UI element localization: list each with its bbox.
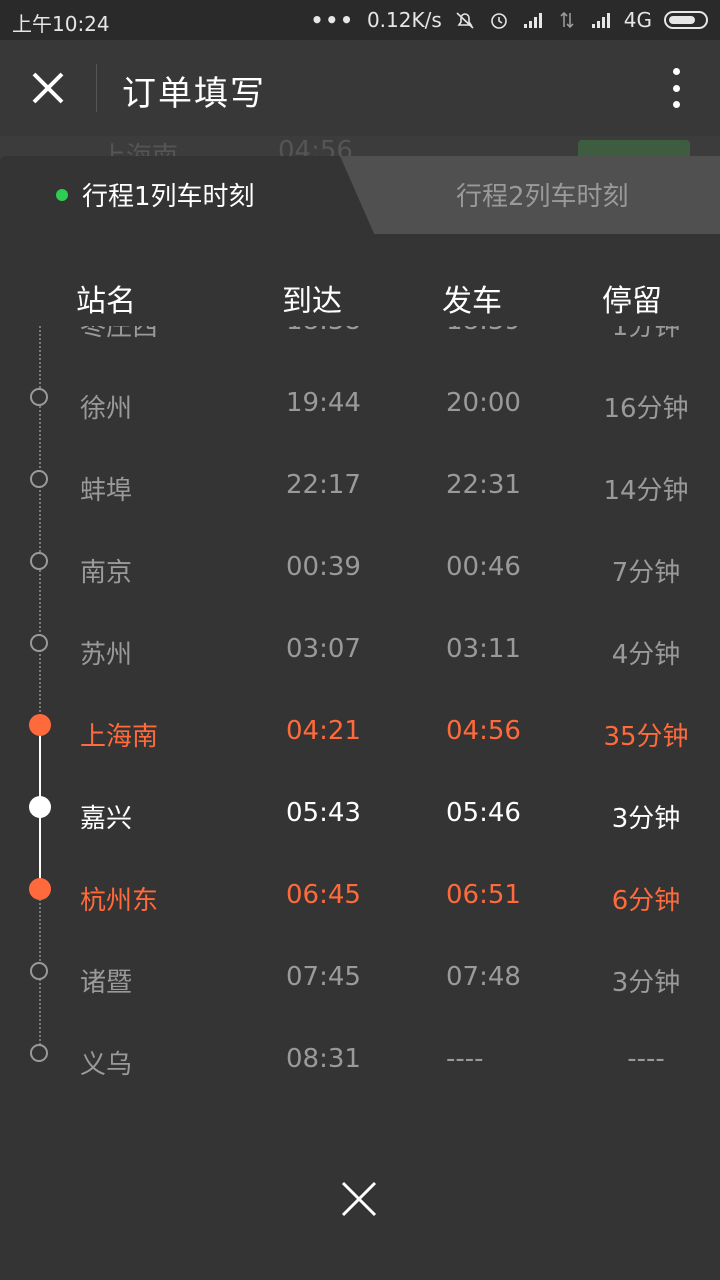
station-node-icon: [30, 962, 48, 980]
depart-time: 06:51: [446, 880, 521, 910]
stay-duration: ----: [627, 1044, 665, 1074]
station-name: 徐州: [80, 394, 133, 424]
station-node-icon: [29, 796, 51, 818]
station-name: 上海南: [80, 722, 159, 752]
station-name: 嘉兴: [80, 804, 133, 834]
column-header-depart: 发车: [442, 284, 502, 319]
column-header-station: 站名: [76, 284, 136, 319]
depart-time: 05:46: [446, 798, 521, 828]
data-arrows-icon: [560, 11, 574, 29]
list-item[interactable]: 徐州 19:44 20:00 16分钟: [0, 358, 720, 440]
arrive-time: 07:45: [286, 962, 361, 992]
active-dot-icon: [56, 188, 68, 201]
arrive-time: 04:21: [286, 716, 361, 746]
stay-duration: 3分钟: [611, 968, 681, 998]
depart-time: ----: [446, 1044, 484, 1074]
arrive-time: 00:39: [286, 552, 361, 582]
station-node-icon: [30, 388, 48, 406]
timetable-list[interactable]: 枣庄西 18:38 18:39 1分钟 徐州 19:44 20:00 16分钟 …: [0, 326, 720, 1086]
status-dots: •••: [310, 8, 355, 32]
timetable-sheet: 行程1列车时刻 行程2列车时刻 站名 到达 发车 停留 枣庄西 18:38 18…: [0, 156, 720, 1280]
status-time: 上午10:24: [12, 12, 110, 36]
arrive-time: 06:45: [286, 880, 361, 910]
station-name: 苏州: [80, 640, 133, 670]
close-sheet-icon[interactable]: [340, 1180, 378, 1218]
station-name: 枣庄西: [80, 326, 159, 342]
station-node-icon: [29, 714, 51, 736]
station-node-icon: [30, 552, 48, 570]
stay-duration: 1分钟: [611, 326, 681, 342]
close-icon[interactable]: [28, 68, 68, 108]
station-name: 义乌: [80, 1050, 133, 1080]
arrive-time: 18:38: [286, 326, 361, 336]
column-header-stay: 停留: [602, 284, 662, 319]
list-item[interactable]: 诸暨 07:45 07:48 3分钟: [0, 932, 720, 1014]
depart-time: 20:00: [446, 388, 521, 418]
depart-time: 22:31: [446, 470, 521, 500]
signal-icon: [591, 13, 610, 28]
depart-time: 00:46: [446, 552, 521, 582]
arrive-time: 05:43: [286, 798, 361, 828]
arrive-time: 03:07: [286, 634, 361, 664]
list-item[interactable]: 苏州 03:07 03:11 4分钟: [0, 604, 720, 686]
station-name: 南京: [80, 558, 133, 588]
signal-icon: [523, 13, 542, 28]
network-type: 4G: [623, 8, 652, 32]
status-bar: 上午10:24 ••• 0.12K/s 4G: [0, 0, 720, 40]
list-item-current[interactable]: 嘉兴 05:43 05:46 3分钟: [0, 768, 720, 850]
network-speed: 0.12K/s: [366, 8, 442, 32]
list-item[interactable]: 南京 00:39 00:46 7分钟: [0, 522, 720, 604]
stay-duration: 6分钟: [611, 886, 681, 916]
station-node-icon: [29, 878, 51, 900]
list-item-highlight[interactable]: 上海南 04:21 04:56 35分钟: [0, 686, 720, 768]
station-node-icon: [30, 634, 48, 652]
page-title: 订单填写: [122, 74, 266, 114]
column-header-arrive: 到达: [282, 284, 342, 319]
station-node-icon: [30, 470, 48, 488]
depart-time: 04:56: [446, 716, 521, 746]
battery-icon: [664, 11, 708, 29]
station-node-icon: [30, 1044, 48, 1062]
list-item-highlight[interactable]: 杭州东 06:45 06:51 6分钟: [0, 850, 720, 932]
stay-duration: 16分钟: [603, 394, 689, 424]
status-right: ••• 0.12K/s 4G: [311, 8, 708, 32]
depart-time: 03:11: [446, 634, 521, 664]
list-item[interactable]: 义乌 08:31 ---- ----: [0, 1014, 720, 1086]
mute-bell-icon: [456, 12, 474, 29]
stay-duration: 4分钟: [611, 640, 681, 670]
station-name: 杭州东: [80, 886, 159, 916]
stay-duration: 7分钟: [611, 558, 681, 588]
stay-duration: 14分钟: [603, 476, 689, 506]
tab-trip-2[interactable]: 行程2列车时刻: [456, 176, 629, 213]
station-name: 蚌埠: [80, 476, 133, 506]
list-item-partial[interactable]: 枣庄西 18:38 18:39 1分钟: [0, 326, 720, 358]
stay-duration: 3分钟: [611, 804, 681, 834]
stay-duration: 35分钟: [603, 722, 689, 752]
station-name: 诸暨: [80, 968, 133, 998]
list-item[interactable]: 蚌埠 22:17 22:31 14分钟: [0, 440, 720, 522]
arrive-time: 08:31: [286, 1044, 361, 1074]
tab-trip-1[interactable]: 行程1列车时刻: [56, 176, 255, 213]
app-header: 订单填写: [0, 40, 720, 136]
header-divider: [96, 64, 97, 112]
depart-time: 18:39: [446, 326, 521, 336]
depart-time: 07:48: [446, 962, 521, 992]
arrive-time: 22:17: [286, 470, 361, 500]
arrive-time: 19:44: [286, 388, 361, 418]
tab-bar: 行程1列车时刻 行程2列车时刻: [0, 156, 720, 234]
alarm-icon: [490, 13, 507, 29]
tab-trip-1-label: 行程1列车时刻: [82, 182, 255, 212]
more-vertical-icon[interactable]: [672, 68, 680, 108]
